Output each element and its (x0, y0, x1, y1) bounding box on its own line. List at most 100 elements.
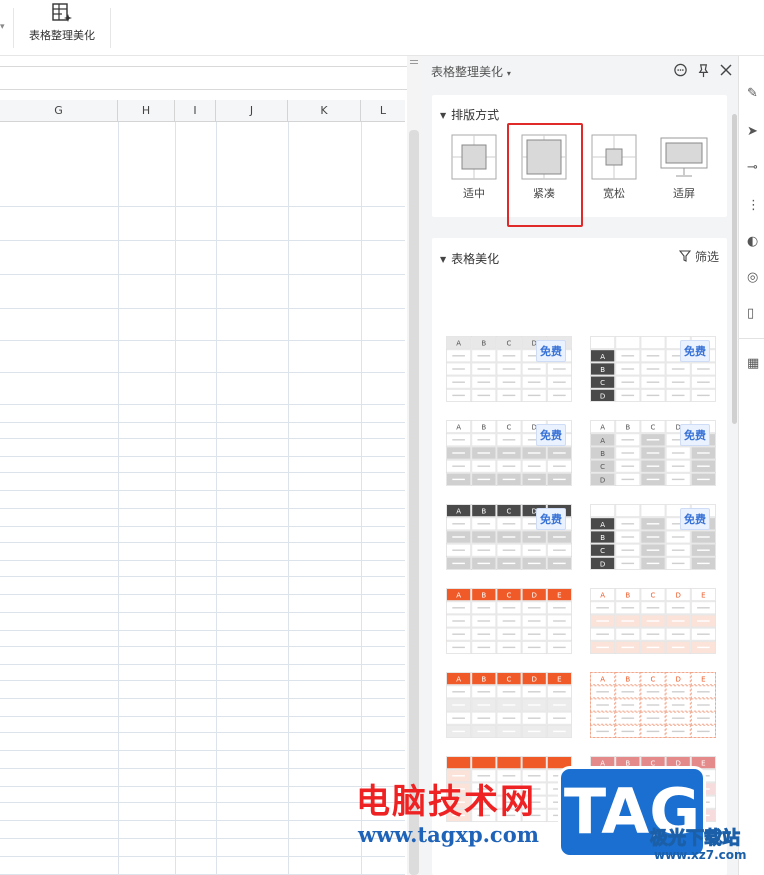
layout-option-medium[interactable]: 适中 (446, 133, 502, 205)
preview-letter: A (456, 508, 461, 516)
column-header-g[interactable]: G (0, 100, 118, 122)
preview-letter: A (456, 340, 461, 348)
scroll-split-grip[interactable] (410, 60, 418, 64)
table-style-template[interactable]: ABCDE免费 (446, 504, 573, 570)
cursor-icon[interactable]: ➤ (747, 124, 763, 140)
column-header-h[interactable]: H (118, 100, 175, 122)
preview-letter: D (600, 476, 605, 484)
preview-letter: D (676, 676, 681, 684)
layout-option-label: 适中 (463, 187, 485, 200)
grid-row-line (0, 750, 405, 751)
preview-letter: A (456, 676, 461, 684)
table-style-template[interactable]: A B C D E (446, 588, 573, 654)
preview-letter: E (557, 676, 561, 684)
dropdown-caret-icon[interactable]: ▾ (0, 22, 8, 34)
grid-row-line (0, 274, 405, 275)
sheet-vertical-scrollbar[interactable] (407, 56, 421, 875)
layout-option-label: 适屏 (673, 187, 695, 200)
close-icon[interactable] (718, 63, 734, 79)
backup-icon[interactable]: ◎ (747, 270, 763, 286)
table-style-preview: A B C D E (446, 588, 573, 654)
watermark-url: www.tagxp.com (358, 822, 539, 847)
filter-button[interactable]: 筛选 (679, 248, 719, 265)
grid-row-line (0, 612, 405, 613)
preview-letter: B (481, 340, 486, 348)
spreadsheet-area: G H I J K L (0, 56, 420, 875)
preview-letter: B (600, 534, 605, 542)
layout-option-loose[interactable]: 宽松 (586, 133, 642, 205)
toolbar-divider (13, 8, 14, 48)
formula-bar-input[interactable] (0, 66, 420, 90)
preview-letter: C (507, 676, 512, 684)
grid-row-line (0, 856, 405, 857)
table-style-template[interactable]: A B C D E (590, 672, 717, 738)
preview-cell (615, 504, 641, 518)
right-sidebar: ✎ ➤ ⊸ ⋮ ◐ ◎ ▯ ▦ (738, 56, 764, 875)
preview-letter: E (701, 676, 705, 684)
beautify-section-header[interactable]: ▼ 表格美化 (440, 250, 499, 267)
column-header-k[interactable]: K (288, 100, 361, 122)
preview-cell (590, 504, 616, 518)
grid-row-line (0, 820, 405, 821)
style-icon[interactable]: ✎ (747, 86, 763, 102)
free-badge: 免费 (536, 508, 566, 530)
grid-column-line (288, 122, 289, 875)
preview-letter: C (600, 547, 605, 555)
table-style-preview: A B C D E (590, 588, 717, 654)
preview-letter: C (507, 424, 512, 432)
grid-row-line (0, 646, 405, 647)
table-icon[interactable]: ▦ (747, 356, 763, 372)
layout-section-header[interactable]: ▼ 排版方式 (440, 106, 499, 123)
table-style-template[interactable]: A B C D 免费 (590, 336, 717, 402)
pane-title: 表格整理美化 (431, 65, 504, 79)
preview-letter: A (600, 437, 605, 445)
beautify-section-title: 表格美化 (451, 252, 500, 266)
table-style-template[interactable]: ABCDE免费 (446, 336, 573, 402)
column-header-i[interactable]: I (175, 100, 216, 122)
preview-letter: B (481, 508, 486, 516)
palette-icon[interactable]: ◐ (747, 234, 763, 250)
grid-column-line (118, 122, 119, 875)
grid-row-line (0, 732, 405, 733)
preview-letter: A (456, 592, 461, 600)
watermark-title: 电脑技术网 (356, 782, 536, 822)
preview-letter: C (507, 340, 512, 348)
book-icon[interactable]: ▯ (747, 306, 763, 322)
table-style-template[interactable]: A B C D E (590, 588, 717, 654)
preview-letter: B (481, 592, 486, 600)
pane-scrollbar[interactable] (731, 88, 738, 875)
property-icon[interactable]: ⋮ (747, 198, 763, 214)
grid-row-line (0, 508, 405, 509)
preview-letter: A (600, 353, 605, 361)
table-style-template[interactable]: ABCDE免费 (446, 420, 573, 486)
table-style-template[interactable]: ABCDEABCD免费 (590, 420, 717, 486)
watermark-site-url: www.xz7.com (654, 848, 747, 862)
app-window: ▾ 表格整理美化 G H I J K L 表格整理美化 ▾ ▼ 排版方式 适中 … (0, 0, 764, 875)
preview-letter: B (625, 676, 630, 684)
selected-option-highlight (507, 123, 583, 227)
grid-row-line (0, 698, 405, 699)
preview-letter: C (507, 592, 512, 600)
beautify-task-pane: 表格整理美化 ▾ ▼ 排版方式 适中 紧凑 宽松 适屏 ▼ 表格美化 筛选 A … (421, 56, 738, 875)
pane-title-dropdown[interactable]: 表格整理美化 ▾ (431, 63, 511, 80)
preview-letter: A (600, 521, 605, 529)
pin-icon[interactable] (695, 63, 711, 79)
grid-row-line (0, 680, 405, 681)
preview-cell (640, 504, 666, 518)
slider-icon[interactable]: ⊸ (747, 160, 763, 176)
chat-icon[interactable] (672, 63, 688, 79)
free-badge: 免费 (680, 508, 710, 530)
table-style-template[interactable]: A B C D 免费 (590, 504, 717, 570)
grid-row-line (0, 630, 405, 631)
column-header-j[interactable]: J (216, 100, 288, 122)
chevron-down-icon: ▾ (506, 69, 511, 78)
table-style-template[interactable]: A B C D E (446, 672, 573, 738)
layout-option-fit-screen[interactable]: 适屏 (656, 133, 712, 205)
beautify-table-button[interactable]: 表格整理美化 (18, 2, 106, 46)
scrollbar-thumb[interactable] (732, 114, 737, 424)
cell-grid[interactable] (0, 122, 405, 875)
column-header-l[interactable]: L (361, 100, 405, 122)
column-label: G (54, 104, 63, 117)
column-label: K (320, 104, 328, 117)
preview-letter: A (600, 676, 605, 684)
